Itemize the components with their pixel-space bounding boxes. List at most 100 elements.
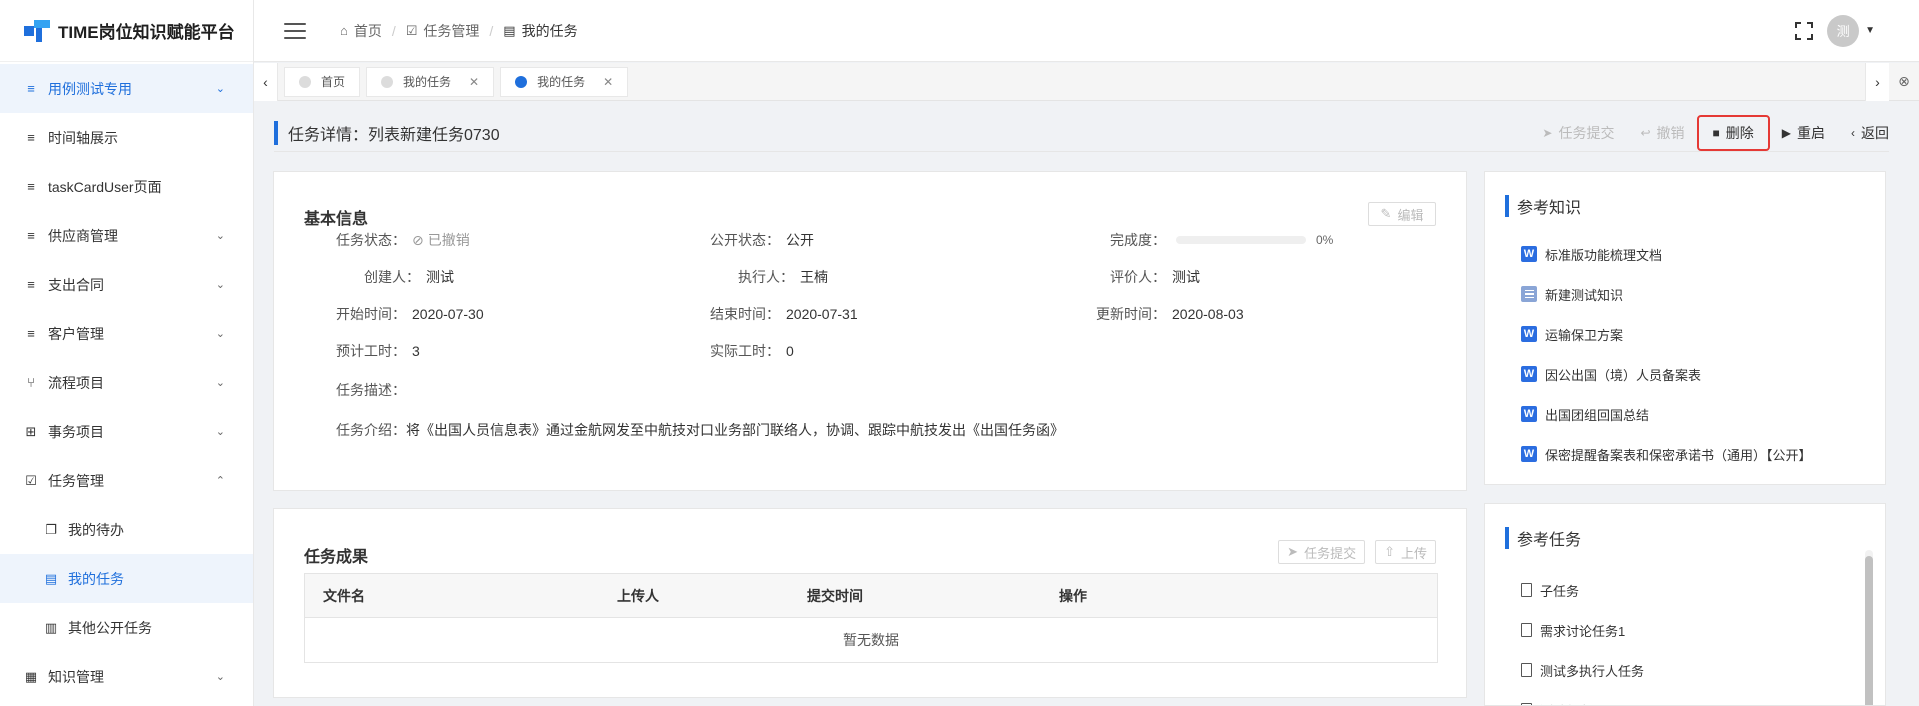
tabs-scroll-left-button[interactable]: ‹ bbox=[254, 62, 278, 101]
tab-bar: ‹ 首页 我的任务 ✕ 我的任务 ✕ › ⊗ bbox=[254, 62, 1919, 101]
knowledge-item[interactable]: 新建测试知识 bbox=[1521, 274, 1812, 314]
reference-task-item[interactable]: 测试多执行人任务 bbox=[1521, 650, 1644, 690]
results-table: 文件名 上传人 提交时间 操作 暂无数据 bbox=[304, 573, 1438, 663]
results-submit-button[interactable]: ➤ 任务提交 bbox=[1278, 540, 1366, 564]
word-doc-icon: W bbox=[1521, 246, 1537, 262]
sidebar-item[interactable]: ≡ 支出合同 ⌄ bbox=[0, 260, 253, 309]
back-button[interactable]: ‹ 返回 bbox=[1851, 123, 1889, 143]
list-icon: ≡ bbox=[27, 326, 35, 341]
avatar[interactable]: 测 bbox=[1827, 14, 1860, 47]
knowledge-item[interactable]: W 出国团组回国总结 bbox=[1521, 394, 1812, 434]
sidebar-item[interactable]: ▥ 其他公开任务 bbox=[0, 603, 253, 652]
fullscreen-icon[interactable] bbox=[1795, 21, 1814, 40]
word-doc-icon: W bbox=[1521, 446, 1537, 462]
close-icon[interactable]: ✕ bbox=[469, 75, 479, 89]
sidebar-item[interactable]: ≡ taskCardUser页面 bbox=[0, 162, 253, 211]
tab-my-tasks-2[interactable]: 我的任务 ✕ bbox=[500, 66, 629, 97]
caret-down-icon[interactable]: ▼ bbox=[1865, 25, 1875, 36]
close-icon[interactable]: ✕ bbox=[603, 75, 613, 89]
file-icon bbox=[1521, 623, 1532, 637]
column-header: 文件名 bbox=[323, 587, 365, 604]
upload-button[interactable]: ⇧ 上传 bbox=[1375, 540, 1436, 564]
word-doc-icon: W bbox=[1521, 326, 1537, 342]
tabs-scroll-right-button[interactable]: › bbox=[1865, 62, 1889, 101]
chevron-down-icon: ⌄ bbox=[215, 671, 225, 683]
list-icon: ≡ bbox=[27, 277, 35, 292]
field-intro: 任务介绍： 将《出国人员信息表》通过金航网发至中航技对口业务部门联络人，协调、跟… bbox=[336, 422, 1064, 438]
edit-button[interactable]: ✎ 编辑 bbox=[1368, 202, 1436, 226]
knowledge-item[interactable]: W 因公出国（境）人员备案表 bbox=[1521, 354, 1812, 394]
breadcrumb-home[interactable]: 首页 bbox=[354, 21, 382, 41]
top-header: ⌂ 首页 / ☑ 任务管理 / ▤ 我的任务 测 ▼ bbox=[254, 0, 1919, 62]
sidebar-item-label: 我的任务 bbox=[68, 570, 124, 587]
breadcrumb: ⌂ 首页 / ☑ 任务管理 / ▤ 我的任务 bbox=[340, 21, 578, 41]
sidebar-item[interactable]: ≡ 客户管理 ⌄ bbox=[0, 309, 253, 358]
sidebar-item-label: 任务管理 bbox=[48, 472, 104, 489]
breadcrumb-parent[interactable]: 任务管理 bbox=[423, 21, 479, 41]
book-icon: ▦ bbox=[24, 668, 38, 684]
tab-dot-icon bbox=[381, 75, 394, 88]
basic-info-title: 基本信息 bbox=[304, 211, 369, 228]
sidebar-item[interactable]: ▤ 我的任务 bbox=[0, 554, 253, 603]
delete-button[interactable]: ■ 删除 bbox=[1696, 114, 1770, 151]
sidebar-item[interactable]: ⊞ 事务项目 ⌄ bbox=[0, 407, 253, 456]
sidebar-item-label: 事务项目 bbox=[48, 423, 104, 440]
field-reviewer: 评价人： 测试 bbox=[1110, 269, 1200, 285]
progress-bar bbox=[1176, 236, 1306, 244]
task-results-title: 任务成果 bbox=[304, 549, 369, 566]
sidebar-item[interactable]: ☑ 任务管理 ⌃ bbox=[0, 456, 253, 505]
chevron-up-icon: ⌃ bbox=[215, 475, 225, 487]
trash-icon: ■ bbox=[1712, 125, 1720, 140]
field-description: 任务描述： bbox=[336, 382, 406, 398]
menu-toggle-icon[interactable] bbox=[284, 22, 306, 39]
column-header: 操作 bbox=[1059, 587, 1087, 604]
sidebar-item[interactable]: ▦ 知识管理 ⌄ bbox=[0, 652, 253, 701]
column-header: 上传人 bbox=[617, 587, 659, 604]
table-header: 文件名 上传人 提交时间 操作 bbox=[305, 574, 1437, 618]
file-icon bbox=[1521, 583, 1532, 597]
reference-knowledge-title: 参考知识 bbox=[1517, 200, 1582, 217]
grid-icon: ⊞ bbox=[25, 423, 37, 439]
chevron-down-icon: ⌄ bbox=[215, 377, 225, 389]
scrollbar[interactable] bbox=[1865, 550, 1873, 705]
page-actions: ➤ 任务提交 ↩ 撤销 ■ 删除 ▶ 重启 ‹ 返回 bbox=[1516, 114, 1889, 151]
close-all-tabs-icon[interactable]: ⊗ bbox=[1889, 63, 1919, 101]
undo-icon: ↩ bbox=[1640, 125, 1651, 140]
play-icon: ▶ bbox=[1781, 125, 1791, 140]
home-icon: ⌂ bbox=[340, 23, 348, 38]
sidebar-item[interactable]: ≡ 供应商管理 ⌄ bbox=[0, 211, 253, 260]
edit-icon: ✎ bbox=[1380, 206, 1392, 221]
tab-my-tasks-1[interactable]: 我的任务 ✕ bbox=[366, 66, 495, 97]
sidebar-menu: ≡ 用例测试专用 ⌄ ≡ 时间轴展示 ≡ taskCardUser页面 ≡ 供应商管理 ⌄ ≡ 支出合… bbox=[0, 62, 253, 701]
tab-home[interactable]: 首页 bbox=[284, 66, 361, 97]
sidebar-item-label: 供应商管理 bbox=[48, 227, 118, 244]
app-logo[interactable]: TIME岗位知识赋能平台 bbox=[0, 0, 253, 62]
upload-icon: ⇧ bbox=[1384, 544, 1395, 559]
ban-icon: ⊘ bbox=[412, 231, 424, 248]
sidebar-item[interactable]: ≡ 用例测试专用 ⌄ bbox=[0, 64, 253, 113]
knowledge-item[interactable]: W 保密提醒备案表和保密承诺书（通用）【公开】 bbox=[1521, 434, 1812, 474]
reference-task-item[interactable]: 测试任务07092 bbox=[1521, 690, 1644, 705]
revoke-button[interactable]: ↩ 撤销 bbox=[1640, 123, 1684, 143]
knowledge-item[interactable]: W 标准版功能梳理文档 bbox=[1521, 234, 1812, 274]
sidebar-item-label: 知识管理 bbox=[48, 668, 104, 685]
reference-tasks-card: 参考任务 子任务需求讨论任务1测试多执行人任务测试任务07092 bbox=[1484, 503, 1886, 706]
sidebar-item-label: 流程项目 bbox=[48, 374, 104, 391]
submit-task-button[interactable]: ➤ 任务提交 bbox=[1542, 123, 1614, 143]
reference-knowledge-card: 参考知识 W 标准版功能梳理文档 新建测试知识 W 运输保卫方案 W 因公出国（境）人员备案… bbox=[1484, 171, 1886, 485]
chevron-down-icon: ⌄ bbox=[215, 83, 225, 95]
basic-info-card: 基本信息 ✎ 编辑 任务状态： ⊘ 已撤销 公开状态： 公开 完成度： 0% 创… bbox=[273, 171, 1467, 491]
reference-task-item[interactable]: 需求讨论任务1 bbox=[1521, 610, 1644, 650]
chevron-left-icon: ‹ bbox=[1851, 125, 1855, 140]
restart-button[interactable]: ▶ 重启 bbox=[1782, 123, 1825, 143]
list-icon: ≡ bbox=[27, 179, 35, 194]
sidebar-item[interactable]: ≡ 时间轴展示 bbox=[0, 113, 253, 162]
sidebar-item[interactable]: ⑂ 流程项目 ⌄ bbox=[0, 358, 253, 407]
page-title: 任务详情：列表新建任务0730 bbox=[288, 126, 500, 144]
sidebar-item[interactable]: ❐ 我的待办 bbox=[0, 505, 253, 554]
field-actual-hours: 实际工时： 0 bbox=[710, 343, 794, 359]
field-start-time: 开始时间： 2020-07-30 bbox=[336, 306, 484, 322]
reference-task-item[interactable]: 子任务 bbox=[1521, 570, 1644, 610]
app-title: TIME岗位知识赋能平台 bbox=[58, 23, 235, 42]
knowledge-item[interactable]: W 运输保卫方案 bbox=[1521, 314, 1812, 354]
